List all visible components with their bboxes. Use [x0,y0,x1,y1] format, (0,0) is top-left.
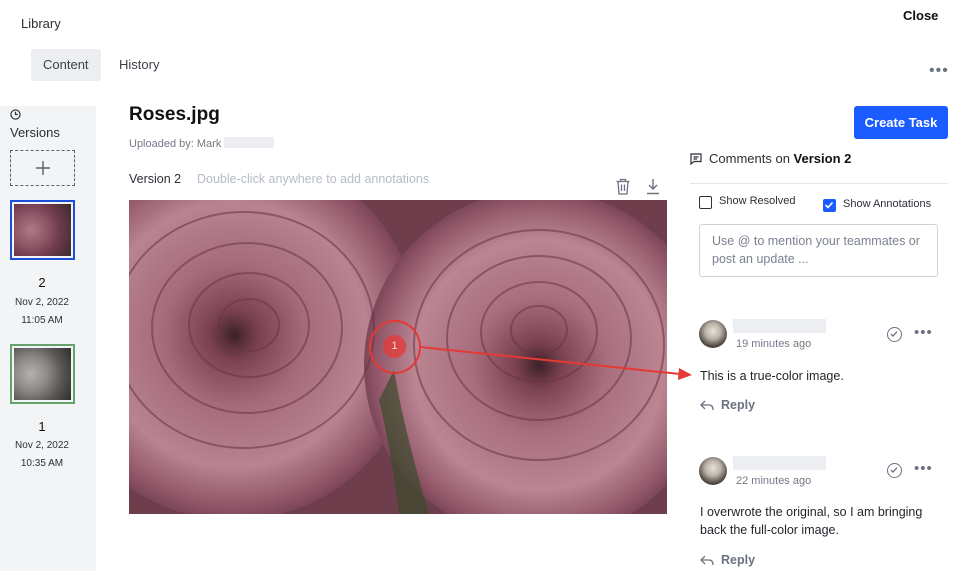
comment-icon [690,153,702,165]
uploaded-by: Uploaded by: Mark [129,137,275,150]
comments-header-version: Version 2 [793,151,852,166]
tab-history[interactable]: History [107,49,171,81]
avatar [699,457,727,485]
annotation-marker[interactable]: 1 [369,320,421,374]
comment-text: I overwrote the original, so I am bringi… [700,505,923,537]
reply-button[interactable]: Reply [721,398,755,412]
version-date: Nov 2, 2022 [15,297,69,308]
add-version-button[interactable] [10,150,75,186]
comment-input[interactable]: Use @ to mention your teammates or post … [699,224,938,277]
version-2-thumbnail[interactable] [10,200,75,260]
download-icon[interactable] [645,178,661,195]
reply-icon [700,400,714,411]
version-time: 11:05 AM [21,315,63,326]
create-task-button[interactable]: Create Task [854,106,948,139]
checkmark-icon [824,201,834,209]
close-button[interactable]: Close [903,8,938,23]
current-version-label: Version 2 [129,172,182,186]
comment-more-icon[interactable]: ••• [914,460,933,477]
version-thumbnail-image [14,348,71,400]
versions-heading: Versions [10,125,60,140]
file-title: Roses.jpg [129,104,220,125]
annotation-number: 1 [383,335,406,358]
version-time: 10:35 AM [20,458,64,469]
redacted-author-name [733,456,826,470]
comment-time: 22 minutes ago [736,475,812,487]
avatar [699,320,727,348]
divider [690,183,948,184]
comment-text: This is a true-color image. [700,369,844,383]
arrow-head-icon [678,368,692,380]
show-resolved-label: Show Resolved [719,195,796,207]
uploaded-by-text: Uploaded by: Mark [129,138,222,150]
check-icon [890,331,898,337]
version-1-thumbnail[interactable] [10,344,75,404]
reply-button[interactable]: Reply [721,553,755,567]
reply-icon [700,555,714,566]
redacted-author-name [733,319,826,333]
tab-content[interactable]: Content [31,49,101,81]
resolve-icon[interactable] [887,463,902,478]
plus-icon [35,161,50,175]
show-annotations-checkbox[interactable] [823,199,836,212]
comments-header-prefix: Comments on [709,151,790,166]
annotation-hint: Double-click anywhere to add annotations [197,172,430,186]
version-number: 2 [38,275,46,290]
clock-icon [10,109,21,120]
show-annotations-label: Show Annotations [843,198,932,210]
trash-icon[interactable] [615,178,631,195]
comments-header: Comments on Version 2 [709,151,851,166]
page-title: Library [21,16,61,31]
version-date: Nov 2, 2022 [15,440,69,451]
show-resolved-checkbox[interactable] [699,196,712,209]
comment-more-icon[interactable]: ••• [914,324,933,341]
resolve-icon[interactable] [887,327,902,342]
version-thumbnail-image [14,204,71,256]
comment-time: 19 minutes ago [736,338,812,350]
check-icon [890,467,898,473]
redacted-name [224,137,275,148]
version-number: 1 [38,419,46,434]
more-options-icon[interactable]: ••• [929,62,949,80]
